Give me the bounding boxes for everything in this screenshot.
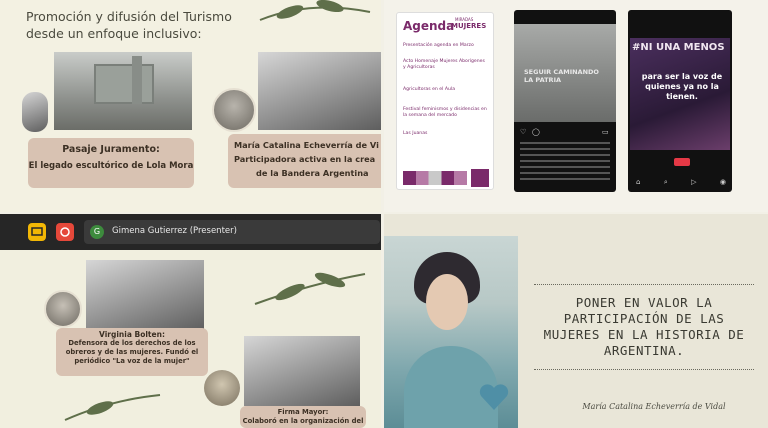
instagram-post: SEGUIR CAMINANDO LA PATRIA ♡ ◯ ▭	[514, 10, 616, 192]
bookmark-icon[interactable]: ▭	[602, 128, 609, 136]
agenda-item: Festival feminismos y disidencias en la …	[403, 107, 487, 118]
caption-lola-mora: Pasaje Juramento: El legado escultórico …	[28, 138, 194, 188]
building-photo	[258, 52, 381, 130]
agenda-brand: MUJERES	[451, 22, 487, 30]
profile-icon[interactable]: ◉	[720, 178, 726, 186]
share-screen-button[interactable]	[28, 223, 46, 241]
comment-icon[interactable]: ◯	[532, 128, 540, 136]
building-photo	[244, 336, 360, 406]
agenda-item: Acto Homenaje Mujeres Aborígenes y Agric…	[403, 59, 485, 70]
slide-bottom-right: PONER EN VALOR LA PARTICIPACIÓN DE LAS M…	[384, 214, 768, 428]
instagram-post: #NI UNA MENOS para ser la voz de quienes…	[628, 10, 732, 192]
post-caption-lines	[520, 142, 610, 184]
slide-title: Promoción y difusión del Turismo desde u…	[26, 9, 232, 41]
agenda-item: Presentación agenda en Marzo	[403, 43, 474, 48]
post-quote: para ser la voz de quienes ya no la tien…	[641, 72, 723, 101]
leaf-decoration	[254, 272, 366, 305]
caption-text: de la Bandera Argentina	[256, 168, 369, 178]
caption-title: María Catalina Echeverría de Vi	[234, 140, 379, 150]
agenda-logo	[471, 169, 489, 187]
post-overlay-text: SEGUIR CAMINANDO LA PATRIA	[524, 68, 599, 84]
caption-firma-mayor: Firma Mayor: Colaboró en la organización…	[240, 406, 366, 428]
group-photo	[86, 260, 204, 330]
stop-presenting-button[interactable]	[56, 223, 74, 241]
heart-icon	[479, 384, 509, 410]
post-hashtag: #NI UNA MENOS	[632, 42, 725, 53]
agenda-item: Las Juanas	[403, 131, 428, 136]
reels-icon[interactable]: ▷	[691, 178, 696, 186]
caption-virginia-bolten: Virginia Bolten: Defensora de los derech…	[56, 328, 208, 376]
portrait-avatar	[44, 290, 82, 328]
slide-top-right: Agenda MIRADAS MUJERES Presentación agen…	[384, 0, 768, 212]
presenter-avatar: G	[90, 225, 104, 239]
caption-title: Pasaje Juramento:	[62, 144, 160, 155]
monument-photo	[54, 52, 192, 130]
record-icon	[60, 227, 70, 237]
agenda-color-strip	[403, 171, 467, 185]
leaf-decoration	[64, 394, 161, 421]
portrait-avatar	[204, 370, 240, 406]
agenda-post: Agenda MIRADAS MUJERES Presentación agen…	[396, 12, 494, 190]
headline-text: PONER EN VALOR LA PARTICIPACIÓN DE LAS M…	[543, 295, 745, 358]
signature: María Catalina Echeverría de Vidal	[582, 402, 726, 411]
monitor-icon	[31, 227, 43, 236]
caption-title: Virginia Bolten:	[99, 330, 165, 339]
heart-icon[interactable]: ♡	[520, 128, 526, 136]
caption-text: El legado escultórico de Lola Mora	[28, 161, 194, 171]
home-icon[interactable]: ⌂	[636, 178, 640, 186]
headline-box: PONER EN VALOR LA PARTICIPACIÓN DE LAS M…	[534, 284, 754, 370]
caption-text: Colaboró en la organización del	[242, 417, 364, 425]
follow-button[interactable]	[674, 158, 690, 166]
statue-photo	[22, 92, 48, 132]
caption-text: obreros y de las mujeres. Fundó el	[65, 348, 199, 356]
caption-text: periódico "La voz de la mujer"	[74, 357, 190, 365]
caption-title: Firma Mayor:	[277, 408, 329, 416]
search-icon[interactable]: ⌕	[664, 178, 668, 186]
slide-top-left: Promoción y difusión del Turismo desde u…	[0, 0, 381, 212]
caption-text: Participadora activa en la crea	[234, 154, 376, 164]
leaf-decoration	[259, 0, 371, 21]
instagram-nav: ⌂ ⌕ ▷ ◉	[636, 178, 726, 186]
presenter-name: Gimena Gutierrez (Presenter)	[112, 226, 237, 236]
portrait-face	[426, 274, 468, 330]
caption-text: Defensora de los derechos de los	[68, 339, 196, 347]
presenter-pill: G Gimena Gutierrez (Presenter)	[84, 220, 380, 244]
portrait-avatar	[212, 88, 256, 132]
agenda-item: Agricultoras en el Aula	[403, 87, 456, 92]
agenda-title: Agenda	[403, 19, 455, 33]
presenter-bar: G Gimena Gutierrez (Presenter)	[0, 214, 381, 250]
caption-echeverria: María Catalina Echeverría de Vi Particip…	[228, 134, 381, 188]
